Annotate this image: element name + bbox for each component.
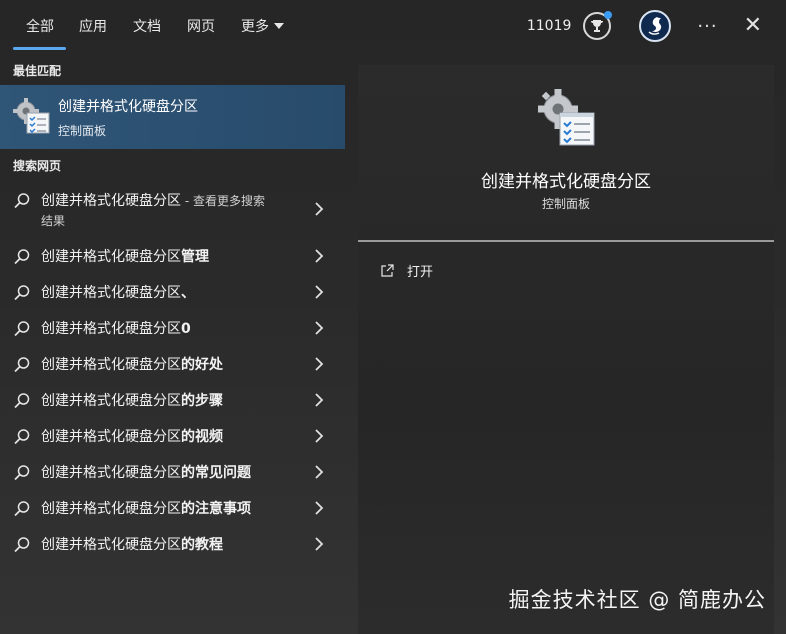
query-suffix: 的步骤 <box>181 393 223 409</box>
web-search-label: 创建并格式化硬盘分区管理 <box>41 246 209 266</box>
top-nav: 全部 应用 文档 网页 更多 11019 ··· ✕ <box>0 0 786 52</box>
search-window: 全部 应用 文档 网页 更多 11019 ··· ✕ 最佳匹配 创建并格式化硬盘… <box>0 0 786 634</box>
search-icon <box>14 357 30 373</box>
search-icon <box>14 537 30 553</box>
chevron-right-icon <box>315 357 324 371</box>
chevron-right-icon <box>315 537 324 551</box>
tab-all[interactable]: 全部 <box>0 0 66 52</box>
detail-title: 创建并格式化硬盘分区 <box>481 172 651 192</box>
web-search-item[interactable]: 创建并格式化硬盘分区 - 查看更多搜索 结果 <box>0 190 345 230</box>
query-suffix: 的注意事项 <box>181 501 251 517</box>
watermark: 掘金技术社区 @ 简鹿办公 <box>508 588 766 612</box>
control-panel-icon <box>536 87 596 149</box>
search-icon <box>14 465 30 481</box>
tab-label: 应用 <box>79 19 107 35</box>
avatar-icon <box>648 17 662 35</box>
chevron-right-icon <box>315 285 324 299</box>
query-text: 创建并格式化硬盘分区 <box>41 429 181 445</box>
query-suffix: 的教程 <box>181 537 223 553</box>
tab-label: 文档 <box>133 19 161 35</box>
tab-apps[interactable]: 应用 <box>66 0 120 52</box>
search-icon <box>14 321 30 337</box>
query-text: 创建并格式化硬盘分区 <box>41 501 181 517</box>
user-avatar[interactable] <box>639 10 672 42</box>
web-search-heading: 搜索网页 <box>13 159 62 173</box>
web-search-item[interactable]: 创建并格式化硬盘分区的好处 <box>0 354 345 374</box>
rewards-trophy-button[interactable] <box>583 11 613 40</box>
query-suffix: 的好处 <box>181 357 223 373</box>
tab-documents[interactable]: 文档 <box>120 0 174 52</box>
tab-web[interactable]: 网页 <box>174 0 228 52</box>
tab-label: 全部 <box>26 19 54 35</box>
rewards-points: 11019 <box>526 18 572 34</box>
chevron-right-icon <box>315 249 324 263</box>
tab-more[interactable]: 更多 <box>228 0 297 52</box>
detail-subtitle: 控制面板 <box>541 197 590 211</box>
best-match-title: 创建并格式化硬盘分区 <box>58 98 198 115</box>
web-search-label: 创建并格式化硬盘分区、 <box>41 282 195 302</box>
query-text: 创建并格式化硬盘分区 <box>41 393 181 409</box>
chevron-right-icon <box>315 465 324 479</box>
more-options-button[interactable]: ··· <box>697 16 717 37</box>
tab-label: 网页 <box>187 19 215 35</box>
search-icon <box>14 429 30 445</box>
search-icon <box>14 285 30 301</box>
query-hint: - 查看更多搜索 <box>181 194 265 208</box>
query-text: 创建并格式化硬盘分区 <box>41 193 181 209</box>
query-text: 创建并格式化硬盘分区 <box>41 249 181 265</box>
chevron-right-icon <box>315 321 324 335</box>
web-search-item[interactable]: 创建并格式化硬盘分区的视频 <box>0 426 345 446</box>
query-text: 创建并格式化硬盘分区 <box>41 321 181 337</box>
web-search-label: 创建并格式化硬盘分区的常见问题 <box>41 462 251 482</box>
web-search-label: 创建并格式化硬盘分区的教程 <box>41 534 223 554</box>
best-match-text: 创建并格式化硬盘分区 控制面板 <box>58 96 198 139</box>
control-panel-icon <box>12 97 52 137</box>
search-icon <box>14 393 30 409</box>
close-button[interactable]: ✕ <box>744 15 762 37</box>
open-button[interactable]: 打开 <box>380 261 433 280</box>
query-suffix: 、 <box>181 285 195 301</box>
query-text: 创建并格式化硬盘分区 <box>41 465 181 481</box>
web-search-item[interactable]: 创建并格式化硬盘分区的注意事项 <box>0 498 345 518</box>
query-text: 创建并格式化硬盘分区 <box>41 537 181 553</box>
trophy-icon <box>591 20 604 32</box>
top-right-controls: 11019 ··· ✕ <box>527 0 786 52</box>
web-search-label: 创建并格式化硬盘分区的步骤 <box>41 390 223 410</box>
tab-label: 更多 <box>241 19 269 35</box>
query-suffix: 0 <box>181 321 191 337</box>
open-external-icon <box>381 263 394 277</box>
chevron-right-icon <box>315 393 324 407</box>
web-search-label: 创建并格式化硬盘分区 - 查看更多搜索 <box>41 190 265 210</box>
web-search-label: 创建并格式化硬盘分区的注意事项 <box>41 498 251 518</box>
web-search-item[interactable]: 创建并格式化硬盘分区的常见问题 <box>0 462 345 482</box>
detail-pane: 创建并格式化硬盘分区 控制面板 打开 <box>358 65 774 634</box>
chevron-down-icon <box>274 23 284 29</box>
divider <box>358 240 774 242</box>
chevron-right-icon <box>315 429 324 443</box>
web-search-label: 创建并格式化硬盘分区的好处 <box>41 354 223 374</box>
search-icon <box>14 501 30 517</box>
query-suffix: 的视频 <box>181 429 223 445</box>
web-search-item[interactable]: 创建并格式化硬盘分区的步骤 <box>0 390 345 410</box>
query-suffix: 的常见问题 <box>181 465 251 481</box>
query-suffix: 管理 <box>181 249 209 265</box>
chevron-right-icon <box>315 202 324 216</box>
web-search-item[interactable]: 创建并格式化硬盘分区的教程 <box>0 534 345 554</box>
web-search-label: 创建并格式化硬盘分区的视频 <box>41 426 223 446</box>
query-text: 创建并格式化硬盘分区 <box>41 357 181 373</box>
search-icon <box>14 249 30 265</box>
notification-dot <box>604 11 613 19</box>
web-search-item[interactable]: 创建并格式化硬盘分区管理 <box>0 246 345 266</box>
open-label: 打开 <box>407 265 434 280</box>
query-hint-line2: 结果 <box>41 214 66 228</box>
web-search-label: 创建并格式化硬盘分区0 <box>41 318 191 338</box>
best-match-item[interactable]: 创建并格式化硬盘分区 控制面板 <box>0 85 345 149</box>
best-match-subtitle: 控制面板 <box>58 123 107 138</box>
best-match-heading: 最佳匹配 <box>13 64 62 78</box>
chevron-right-icon <box>315 501 324 515</box>
web-search-item[interactable]: 创建并格式化硬盘分区、 <box>0 282 345 302</box>
web-search-item[interactable]: 创建并格式化硬盘分区0 <box>0 318 345 338</box>
search-icon <box>14 193 30 209</box>
query-text: 创建并格式化硬盘分区 <box>41 285 181 301</box>
